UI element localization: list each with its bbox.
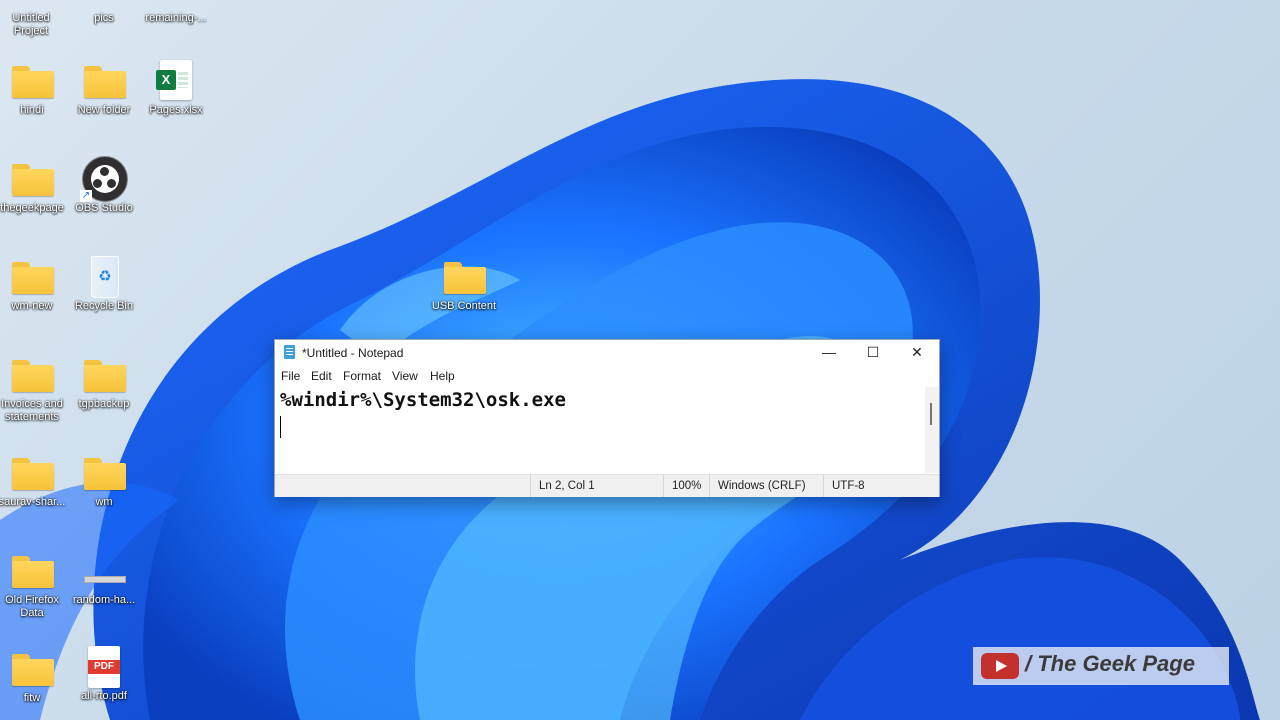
desktop-icon-fitw[interactable]: fitw bbox=[0, 648, 67, 705]
desktop-icon-remaining[interactable]: remaining-... bbox=[141, 12, 211, 25]
text-editor[interactable]: %windir%\System32\osk.exe bbox=[275, 387, 923, 473]
desktop-icon-label: tgpbackup bbox=[78, 398, 130, 410]
desktop-icon-wm[interactable]: wm bbox=[69, 452, 139, 509]
status-cursor-position: Ln 2, Col 1 bbox=[530, 475, 656, 497]
text-caret bbox=[280, 416, 281, 438]
desktop-icon-label: USB Content bbox=[431, 300, 497, 312]
desktop-icon-label: Pages.xlsx bbox=[149, 104, 203, 116]
window-title: *Untitled - Notepad bbox=[302, 346, 404, 360]
notepad-window[interactable]: *Untitled - Notepad — ☐ ✕ File Edit Form… bbox=[274, 339, 940, 497]
minimize-button[interactable]: — bbox=[807, 340, 851, 366]
desktop-icon-label: pics bbox=[94, 12, 114, 24]
folder-icon bbox=[442, 256, 486, 296]
desktop-icon-thegeekpage[interactable]: thegeekpage bbox=[0, 158, 67, 215]
desktop-icon-wm-new[interactable]: wm-new bbox=[0, 256, 67, 313]
folder-icon bbox=[10, 354, 54, 394]
status-line-endings: Windows (CRLF) bbox=[709, 475, 814, 497]
file-icon bbox=[82, 550, 126, 590]
folder-icon bbox=[10, 452, 54, 492]
status-zoom: 100% bbox=[663, 475, 708, 497]
menu-format[interactable]: Format bbox=[343, 369, 381, 383]
desktop-icon-label: thegeekpage bbox=[0, 202, 64, 214]
shortcut-arrow-icon: ↗ bbox=[80, 190, 92, 202]
desktop-icon-label: fitw bbox=[23, 692, 41, 704]
desktop-icon-label: OBS Studio bbox=[75, 202, 133, 214]
folder-icon bbox=[10, 60, 54, 100]
close-button[interactable]: ✕ bbox=[895, 340, 939, 366]
recycle-bin-icon: ♻ bbox=[82, 256, 126, 298]
desktop-icon-label: saurav-shar... bbox=[0, 496, 66, 508]
desktop-icon-pics[interactable]: pics bbox=[69, 12, 139, 25]
excel-file-icon: X bbox=[154, 60, 198, 100]
menu-view[interactable]: View bbox=[392, 369, 418, 383]
desktop-icon-label: random-ha... bbox=[72, 594, 136, 606]
desktop-icon-label: hindi bbox=[20, 104, 44, 116]
obs-studio-icon: ↗ bbox=[80, 156, 128, 202]
menu-edit[interactable]: Edit bbox=[311, 369, 332, 383]
folder-icon bbox=[82, 452, 126, 492]
editor-line: %windir%\System32\osk.exe bbox=[280, 389, 566, 411]
desktop-icon-label: all-rto.pdf bbox=[81, 690, 127, 702]
desktop-icon-new-folder[interactable]: New folder bbox=[69, 60, 139, 117]
folder-icon bbox=[82, 60, 126, 100]
vertical-scrollbar[interactable] bbox=[925, 387, 939, 473]
desktop-icon-recycle-bin[interactable]: ♻ Recycle Bin bbox=[69, 256, 139, 313]
desktop-icon-usb-content[interactable]: USB Content bbox=[429, 256, 499, 313]
desktop-icon-label: wm-new bbox=[11, 300, 53, 312]
pdf-file-icon: PDF bbox=[82, 646, 126, 688]
watermark-text: / The Geek Page bbox=[1025, 651, 1195, 676]
folder-icon bbox=[82, 354, 126, 394]
folder-icon bbox=[10, 648, 54, 688]
youtube-logo-icon bbox=[981, 653, 1019, 679]
desktop-icon-invoices[interactable]: Invoices and statements bbox=[0, 354, 67, 424]
desktop-icon-pages-xlsx[interactable]: X Pages.xlsx bbox=[141, 60, 211, 117]
status-bar: Ln 2, Col 1 100% Windows (CRLF) UTF-8 bbox=[275, 474, 939, 497]
notepad-icon bbox=[284, 345, 295, 359]
desktop-icon-label: New folder bbox=[77, 104, 131, 116]
watermark: / The Geek Page bbox=[973, 647, 1229, 685]
menu-file[interactable]: File bbox=[281, 369, 300, 383]
scrollbar-thumb[interactable] bbox=[930, 403, 932, 425]
desktop-icon-hindi[interactable]: hindi bbox=[0, 60, 67, 117]
menu-help[interactable]: Help bbox=[430, 369, 455, 383]
maximize-button[interactable]: ☐ bbox=[851, 340, 895, 366]
desktop-icon-label: Untitled Project bbox=[12, 12, 50, 37]
desktop-icon-obs-studio[interactable]: ↗ OBS Studio bbox=[69, 156, 139, 215]
desktop-icon-all-rto-pdf[interactable]: PDF all-rto.pdf bbox=[69, 646, 139, 703]
desktop-icon-label: remaining-... bbox=[145, 12, 207, 24]
desktop-icon-label: Old Firefox Data bbox=[5, 594, 59, 619]
desktop-icon-old-firefox-data[interactable]: Old Firefox Data bbox=[0, 550, 67, 620]
folder-icon bbox=[10, 256, 54, 296]
folder-icon bbox=[10, 550, 54, 590]
desktop-icon-tgpbackup[interactable]: tgpbackup bbox=[69, 354, 139, 411]
desktop-icon-saurav[interactable]: saurav-shar... bbox=[0, 452, 67, 509]
folder-icon bbox=[10, 158, 54, 198]
menu-bar: File Edit Format View Help bbox=[275, 366, 939, 387]
desktop-icon-random-ha[interactable]: random-ha... bbox=[69, 550, 139, 607]
status-encoding: UTF-8 bbox=[823, 475, 892, 497]
desktop-icon-label: Recycle Bin bbox=[74, 300, 134, 312]
desktop-icon-untitled-project[interactable]: Untitled Project bbox=[0, 0, 66, 38]
desktop-icon-label: Invoices and statements bbox=[1, 398, 63, 423]
desktop-icon-label: wm bbox=[95, 496, 113, 508]
title-bar[interactable]: *Untitled - Notepad — ☐ ✕ bbox=[275, 340, 939, 366]
